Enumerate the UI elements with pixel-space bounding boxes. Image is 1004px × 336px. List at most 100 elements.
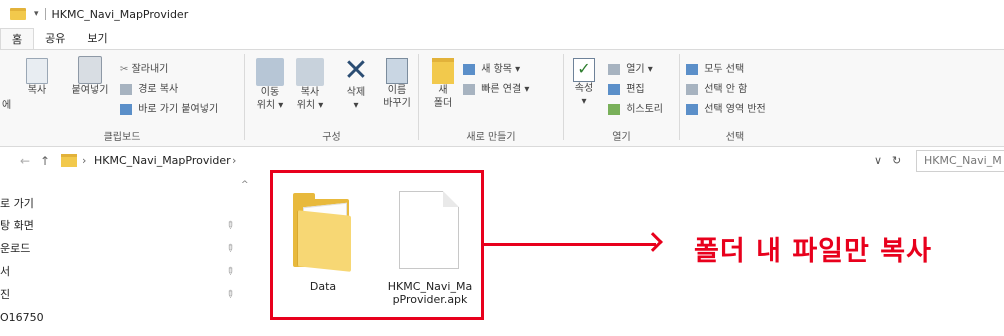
pin-icon: ✎	[222, 218, 237, 233]
new-folder-button[interactable]: 새 폴더	[429, 58, 457, 110]
nav-item-folder[interactable]: O16750	[0, 307, 240, 329]
ribbon: 에 복사 붙여넣기 ✂ 잘라내기 경로 복사 바로 가기 붙여넣기 클립보드 이…	[0, 49, 1004, 147]
breadcrumb-folder-icon	[61, 154, 77, 167]
clipboard-group-label: 클립보드	[103, 132, 141, 143]
easy-access-label: 빠른 연결 ▾	[481, 84, 530, 95]
nav-item-label: 운로드	[0, 242, 31, 255]
apk-file-icon[interactable]	[399, 191, 459, 269]
history-icon	[608, 103, 620, 115]
scroll-up-icon[interactable]: ^	[241, 180, 249, 190]
nav-item-label: 탕 화면	[0, 219, 34, 232]
open-button[interactable]: 열기 ▾	[608, 60, 653, 75]
clipboard-group: 에 복사 붙여넣기 ✂ 잘라내기 경로 복사 바로 가기 붙여넣기 클립보드	[0, 50, 244, 146]
pin-to-quick-access-label[interactable]: 에	[2, 96, 11, 111]
tab-home[interactable]: 홈	[0, 28, 35, 50]
annotation-arrow-head-icon	[643, 232, 663, 252]
new-folder-sublabel: 폴더	[433, 98, 453, 109]
invert-selection-icon	[686, 103, 698, 115]
open-group-label: 열기	[612, 132, 631, 143]
copy-path-button[interactable]: 경로 복사	[120, 80, 178, 95]
new-item-label: 새 항목 ▾	[481, 64, 521, 75]
rename-label: 이름	[387, 85, 407, 96]
delete-button[interactable]: ✕ 삭제 ▾	[339, 56, 373, 112]
select-all-button[interactable]: 모두 선택	[686, 60, 744, 75]
apk-file-name[interactable]: HKMC_Navi_Ma pProvider.apk	[382, 280, 478, 306]
organize-group-label: 구성	[322, 132, 341, 143]
breadcrumb-separator-end[interactable]: ›	[232, 154, 236, 167]
new-item-button[interactable]: 새 항목 ▾	[463, 60, 520, 75]
new-folder-label: 새	[438, 85, 448, 96]
paste-shortcut-icon	[120, 103, 132, 115]
edit-button[interactable]: 편집	[608, 80, 645, 95]
pin-icon: ✎	[222, 264, 237, 279]
nav-item-label: 진	[0, 288, 11, 301]
apk-file-name-line1: HKMC_Navi_Ma	[387, 280, 473, 293]
properties-check-icon: ✓	[573, 58, 595, 82]
cut-button[interactable]: ✂ 잘라내기	[120, 60, 169, 76]
paste-label: 붙여넣기	[71, 85, 109, 96]
apk-file-name-line2: pProvider.apk	[392, 293, 468, 306]
folder-icon	[10, 8, 26, 20]
move-to-sublabel: 위치 ▾	[256, 100, 284, 111]
copy-to-label: 복사	[300, 87, 320, 98]
move-to-label: 이동	[260, 87, 280, 98]
new-item-icon	[463, 63, 475, 75]
breadcrumb-separator[interactable]: ›	[82, 154, 86, 167]
tab-share[interactable]: 공유	[34, 28, 76, 50]
nav-item-documents[interactable]: 서 ✎	[0, 261, 240, 283]
data-folder-icon[interactable]	[293, 193, 353, 272]
new-folder-icon	[432, 58, 454, 84]
delete-x-icon: ✕	[343, 53, 369, 88]
copy-to-icon	[296, 58, 324, 86]
organize-group: 이동 위치 ▾ 복사 위치 ▾ ✕ 삭제 ▾ 이름 바꾸기 구성	[245, 50, 418, 146]
nav-item-label: 로 가기	[0, 197, 34, 210]
annotation-arrow	[484, 243, 656, 246]
copy-path-icon	[120, 83, 132, 95]
new-group-label: 새로 만들기	[466, 132, 516, 143]
select-none-label: 선택 안 함	[704, 84, 748, 95]
ribbon-tabs: 홈 공유 보기	[0, 28, 119, 50]
open-group: ✓ 속성 ▾ 열기 ▾ 편집 히스토리 열기	[564, 50, 679, 146]
breadcrumb-path[interactable]: HKMC_Navi_MapProvider	[94, 154, 231, 167]
select-none-icon	[686, 83, 698, 95]
edit-icon	[608, 83, 620, 95]
select-none-button[interactable]: 선택 안 함	[686, 80, 747, 95]
scissors-icon: ✂	[120, 63, 129, 75]
search-input[interactable]: HKMC_Navi_M	[916, 150, 1004, 172]
copy-to-button[interactable]: 복사 위치 ▾	[293, 58, 327, 112]
easy-access-button[interactable]: 빠른 연결 ▾	[463, 80, 529, 95]
history-button[interactable]: 히스토리	[608, 100, 663, 115]
back-arrow-icon[interactable]: ←	[20, 154, 30, 168]
paste-shortcut-label: 바로 가기 붙여넣기	[138, 104, 219, 115]
data-folder-name[interactable]: Data	[293, 280, 353, 293]
quick-access-dropdown-icon[interactable]: ▾	[34, 9, 39, 19]
address-dropdown-icon[interactable]: ∨	[874, 154, 882, 167]
properties-button[interactable]: ✓ 속성 ▾	[568, 58, 600, 108]
rename-button[interactable]: 이름 바꾸기	[377, 58, 417, 110]
paste-shortcut-button[interactable]: 바로 가기 붙여넣기	[120, 100, 218, 115]
nav-item-quick-access[interactable]: 로 가기	[0, 193, 240, 215]
invert-selection-label: 선택 영역 반전	[704, 104, 766, 115]
tab-view[interactable]: 보기	[76, 28, 118, 50]
invert-selection-button[interactable]: 선택 영역 반전	[686, 100, 766, 115]
copy-icon	[26, 58, 48, 84]
cut-label: 잘라내기	[131, 64, 169, 75]
nav-item-downloads[interactable]: 운로드 ✎	[0, 238, 240, 260]
title-separator	[44, 8, 46, 20]
properties-dropdown-icon: ▾	[581, 96, 587, 107]
nav-item-label: O16750	[0, 311, 44, 324]
copy-button[interactable]: 복사	[22, 58, 52, 97]
copy-path-label: 경로 복사	[138, 84, 179, 95]
paste-icon	[78, 56, 102, 84]
move-to-button[interactable]: 이동 위치 ▾	[253, 58, 287, 112]
select-all-icon	[686, 63, 698, 75]
up-arrow-icon[interactable]: ↑	[40, 154, 50, 168]
nav-item-desktop[interactable]: 탕 화면 ✎	[0, 215, 240, 237]
pin-icon: ✎	[222, 287, 237, 302]
refresh-icon[interactable]: ↻	[892, 154, 901, 167]
select-all-label: 모두 선택	[704, 64, 745, 75]
properties-label: 속성	[574, 83, 594, 94]
paste-button[interactable]: 붙여넣기	[66, 56, 114, 97]
nav-item-pictures[interactable]: 진 ✎	[0, 284, 240, 306]
pin-icon: ✎	[222, 241, 237, 256]
